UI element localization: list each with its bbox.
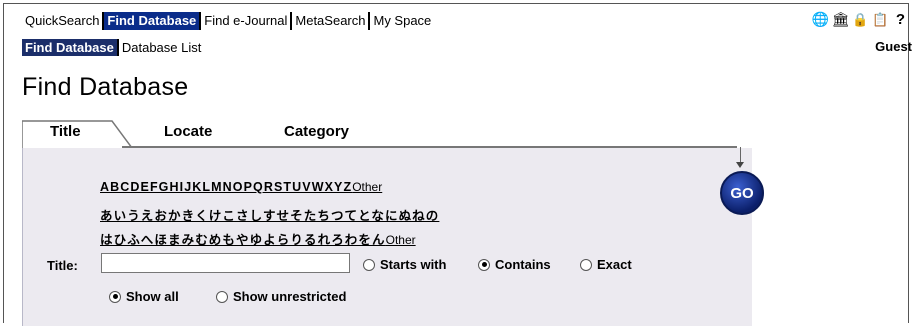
exact-radio[interactable]	[580, 258, 592, 271]
tab-locate[interactable]: Locate	[164, 123, 212, 140]
go-button[interactable]: GO	[720, 171, 764, 215]
option-show-unrestricted[interactable]: Show unrestricted	[216, 289, 346, 304]
latin-letter-links[interactable]: ABCDEFGHIJKLMNOPQRSTUVWXYZ	[100, 180, 352, 194]
kana-links-row-2[interactable]: はひふへほまみむめもやゆよらりるれろわをん	[100, 233, 386, 247]
contains-label: Contains	[495, 257, 551, 272]
sub-navigation: Find Database Database List	[22, 38, 204, 56]
nav-find-ejournal[interactable]: Find e-Journal	[201, 12, 293, 30]
header-icons: 🌐 🏛 🔒 📋 ?	[812, 11, 908, 28]
user-label: Guest	[875, 39, 912, 54]
option-exact[interactable]: Exact	[580, 257, 632, 272]
kana-other-link[interactable]: Other	[386, 233, 416, 247]
nav-my-space[interactable]: My Space	[370, 12, 434, 30]
clipboard-icon[interactable]: 📋	[872, 11, 888, 28]
latin-index-row: ABCDEFGHIJKLMNOPQRSTUVWXYZOther	[100, 180, 382, 194]
page-title: Find Database	[22, 73, 189, 101]
show-unrestricted-radio[interactable]	[216, 290, 228, 303]
exact-label: Exact	[597, 257, 632, 272]
latin-other-link[interactable]: Other	[352, 180, 382, 194]
tab-title[interactable]: Title	[50, 123, 81, 140]
option-contains[interactable]: Contains	[478, 257, 551, 272]
subnav-find-database[interactable]: Find Database	[22, 38, 119, 56]
starts-with-label: Starts with	[380, 257, 447, 272]
search-tabs: Title Locate Category	[22, 120, 751, 149]
top-navigation: QuickSearch Find Database Find e-Journal…	[22, 11, 434, 31]
nav-find-database[interactable]: Find Database	[104, 12, 202, 30]
kana-index-row-1: あいうえおかきくけこさしすせそたちつてとなにぬねの	[100, 205, 439, 224]
show-all-radio[interactable]	[109, 290, 121, 303]
nav-quicksearch[interactable]: QuickSearch	[22, 12, 105, 30]
kana-index-row-2: はひふへほまみむめもやゆよらりるれろわをんOther	[100, 229, 416, 248]
library-icon[interactable]: 🏛	[832, 11, 850, 28]
title-label: Title:	[47, 258, 78, 273]
globe-icon[interactable]: 🌐	[812, 11, 829, 28]
search-panel: ABCDEFGHIJKLMNOPQRSTUVWXYZOther あいうえおかきく…	[22, 147, 764, 326]
help-icon[interactable]: ?	[893, 11, 908, 28]
option-show-all[interactable]: Show all	[109, 289, 179, 304]
subnav-database-list[interactable]: Database List	[119, 39, 205, 56]
show-unrestricted-label: Show unrestricted	[233, 289, 347, 304]
contains-radio[interactable]	[478, 258, 490, 271]
nav-metasearch[interactable]: MetaSearch	[292, 12, 371, 30]
option-starts-with[interactable]: Starts with	[363, 257, 446, 272]
tab-category[interactable]: Category	[284, 123, 349, 140]
arrow-down-icon	[736, 162, 744, 168]
lock-icon[interactable]: 🔒	[852, 11, 868, 28]
kana-links-row-1[interactable]: あいうえおかきくけこさしすせそたちつてとなにぬねの	[100, 209, 439, 223]
show-all-label: Show all	[126, 289, 179, 304]
starts-with-radio[interactable]	[363, 258, 375, 271]
title-input[interactable]	[101, 253, 350, 273]
